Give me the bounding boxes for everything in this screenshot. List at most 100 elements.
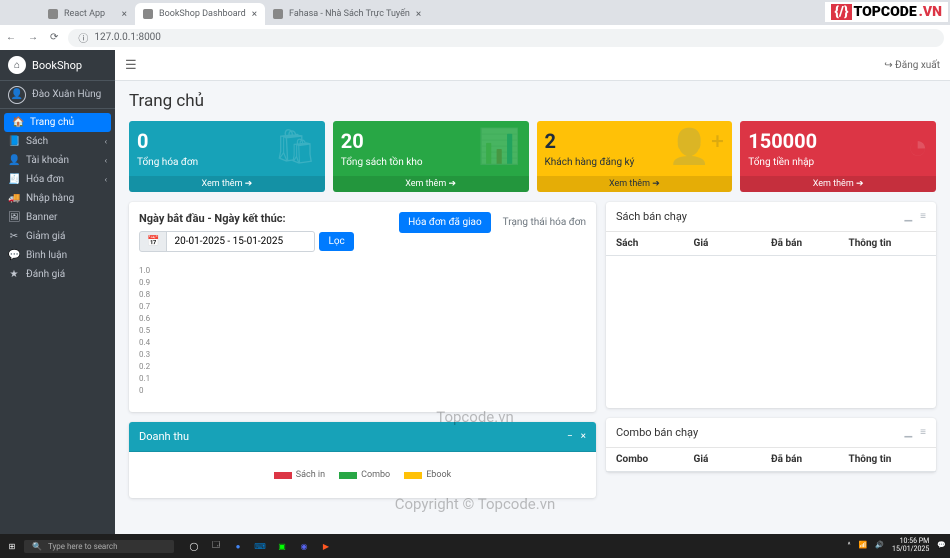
column-header: Sách (616, 238, 694, 249)
task-item[interactable]: ◉ (294, 537, 314, 555)
logo-suffix: .VN (919, 4, 942, 20)
forward-button[interactable]: → (28, 32, 38, 43)
stat-value: 150000 (748, 129, 928, 153)
browser-tabs: React App × BookShop Dashboard × Fahasa … (0, 0, 950, 25)
sidebar-item[interactable]: 🧾Hóa đơn‹ (0, 170, 115, 189)
stat-box: 20 Tổng sách tồn kho 📊 Xem thêm ➔ (333, 121, 529, 192)
tray-sound-icon[interactable]: 🔊 (875, 542, 884, 550)
sidebar-item[interactable]: ★Đánh giá (0, 265, 115, 284)
date-range-input[interactable] (167, 231, 315, 252)
url-text: 127.0.0.1:8000 (94, 32, 161, 43)
task-item[interactable]: 🗔 (206, 537, 226, 555)
y-tick: 0.1 (139, 374, 586, 386)
best-books-header: Sách bán chạy ▁ ≡ (606, 202, 936, 232)
revenue-title: Doanh thu (139, 430, 189, 443)
tray-chevron-icon[interactable]: ^ (848, 542, 851, 550)
logout-link[interactable]: ↪ Đăng xuất (884, 60, 940, 71)
sidebar: ⌂ BookShop 👤 Đào Xuân Hùng 🏠Trang chủ📘Sá… (0, 50, 115, 534)
sidebar-item[interactable]: ✂ Giảm giá (0, 227, 115, 246)
reload-button[interactable]: ⟳ (50, 32, 58, 43)
y-tick: 1.0 (139, 266, 586, 278)
task-item[interactable]: ▣ (272, 537, 292, 555)
tab-title: React App (64, 9, 105, 19)
app-container: ⌂ BookShop 👤 Đào Xuân Hùng 🏠Trang chủ📘Sá… (0, 50, 950, 534)
browser-tab-active[interactable]: BookShop Dashboard × (135, 3, 265, 25)
y-tick: 0.6 (139, 314, 586, 326)
back-button[interactable]: ← (6, 32, 16, 43)
legend-swatch-icon (404, 472, 422, 479)
date-input-group: 📅 (139, 231, 315, 252)
best-books-title: Sách bán chạy (616, 210, 687, 223)
nav-icon: 💬 (8, 250, 20, 261)
sidebar-item[interactable]: 🏠Trang chủ (4, 113, 111, 132)
brand-name: BookShop (32, 59, 82, 72)
nav-label: Đánh giá (26, 269, 65, 280)
menu-icon[interactable]: ≡ (920, 427, 926, 438)
task-item[interactable]: ▶ (316, 537, 336, 555)
url-input[interactable]: ⓘ 127.0.0.1:8000 (68, 29, 944, 47)
nav-icon: 🏠 (12, 117, 24, 128)
sidebar-brand[interactable]: ⌂ BookShop (0, 50, 115, 81)
task-item[interactable]: ◯ (184, 537, 204, 555)
browser-tab[interactable]: React App × (40, 3, 135, 25)
delivered-orders-link[interactable]: Hóa đơn đã giao (399, 212, 491, 233)
best-books-card: Sách bán chạy ▁ ≡ SáchGiáĐã bánThông tin (606, 202, 936, 408)
filter-button[interactable]: Lọc (319, 232, 353, 251)
y-tick: 0.4 (139, 338, 586, 350)
sidebar-user[interactable]: 👤 Đào Xuân Hùng (0, 81, 115, 109)
collapse-icon[interactable]: ▁ (904, 427, 912, 438)
tab-close-icon[interactable]: × (252, 9, 257, 20)
sidebar-item[interactable]: 💬Bình luận (0, 246, 115, 265)
tab-favicon-icon (273, 9, 283, 19)
content: Trang chủ 0 Tổng hóa đơn 🛍 Xem thêm ➔ 20… (115, 81, 950, 534)
taskbar-apps: ◯ 🗔 ● ⌨ ▣ ◉ ▶ (184, 537, 336, 555)
order-status-link[interactable]: Trạng thái hóa đơn (503, 217, 586, 228)
nav-menu: 🏠Trang chủ📘Sách‹👤Tài khoản‹🧾Hóa đơn‹🚚Nhậ… (0, 109, 115, 288)
filter-card: Ngày bắt đầu - Ngày kết thúc: 📅 Lọc (129, 202, 596, 412)
orders-chart: 1.00.90.80.70.60.50.40.30.20.10 (139, 262, 586, 402)
close-icon[interactable]: × (581, 431, 586, 442)
task-item[interactable]: ● (228, 537, 248, 555)
sidebar-item[interactable]: 👤Tài khoản‹ (0, 151, 115, 170)
browser-tab[interactable]: Fahasa - Nhà Sách Trực Tuyến × (265, 3, 429, 25)
stat-footer-link[interactable]: Xem thêm ➔ (537, 176, 733, 192)
menu-icon[interactable]: ≡ (920, 211, 926, 222)
task-item[interactable]: ⌨ (250, 537, 270, 555)
filter-links: Hóa đơn đã giao Trạng thái hóa đơn (399, 212, 586, 233)
sidebar-item[interactable]: 🚚Nhập hàng (0, 189, 115, 208)
y-tick: 0 (139, 386, 586, 398)
best-combos-title: Combo bán chạy (616, 426, 698, 439)
stat-footer-link[interactable]: Xem thêm ➔ (740, 176, 936, 192)
taskbar-search[interactable]: 🔍 Type here to search (24, 540, 174, 553)
tray-notifications-icon[interactable]: 💬 (937, 542, 946, 550)
stat-label: Tổng tiền nhập (748, 157, 928, 168)
tab-close-icon[interactable]: × (416, 9, 421, 20)
sidebar-item[interactable]: 📘Sách‹ (0, 132, 115, 151)
windows-taskbar: ⊞ 🔍 Type here to search ◯ 🗔 ● ⌨ ▣ ◉ ▶ ^ … (0, 534, 950, 558)
stat-box: 2 Khách hàng đăng ký 👤⁺ Xem thêm ➔ (537, 121, 733, 192)
revenue-card-header: Doanh thu − × (129, 422, 596, 452)
stat-footer-link[interactable]: Xem thêm ➔ (333, 176, 529, 192)
sidebar-item[interactable]: 🖼Banner (0, 208, 115, 227)
address-bar: ← → ⟳ ⓘ 127.0.0.1:8000 (0, 25, 950, 50)
best-books-columns: SáchGiáĐã bánThông tin (606, 232, 936, 256)
tab-close-icon[interactable]: × (122, 9, 127, 20)
tab-favicon-icon (143, 9, 153, 19)
start-button[interactable]: ⊞ (4, 538, 20, 554)
chevron-left-icon: ‹ (105, 175, 107, 184)
tray-clock[interactable]: 10:56 PM 15/01/2025 (892, 538, 929, 553)
collapse-icon[interactable]: ▁ (904, 211, 912, 222)
collapse-icon[interactable]: − (567, 431, 573, 442)
nav-label: Sách (26, 136, 48, 147)
legend-label: Sách in (296, 470, 325, 480)
hamburger-icon[interactable]: ☰ (125, 58, 137, 73)
tray-network-icon[interactable]: 📶 (859, 542, 868, 550)
topcode-logo: {/} TOPCODE.VN (825, 2, 948, 22)
best-combos-card: Combo bán chạy ▁ ≡ ComboGiáĐã bánThông t… (606, 418, 936, 472)
nav-label: Giảm giá (26, 231, 65, 242)
logo-main: TOPCODE (854, 4, 917, 20)
stat-footer-link[interactable]: Xem thêm ➔ (129, 176, 325, 192)
page-title: Trang chủ (129, 91, 936, 111)
nav-icon: ✂ (8, 231, 20, 242)
logo-braces-icon: {/} (831, 4, 851, 20)
